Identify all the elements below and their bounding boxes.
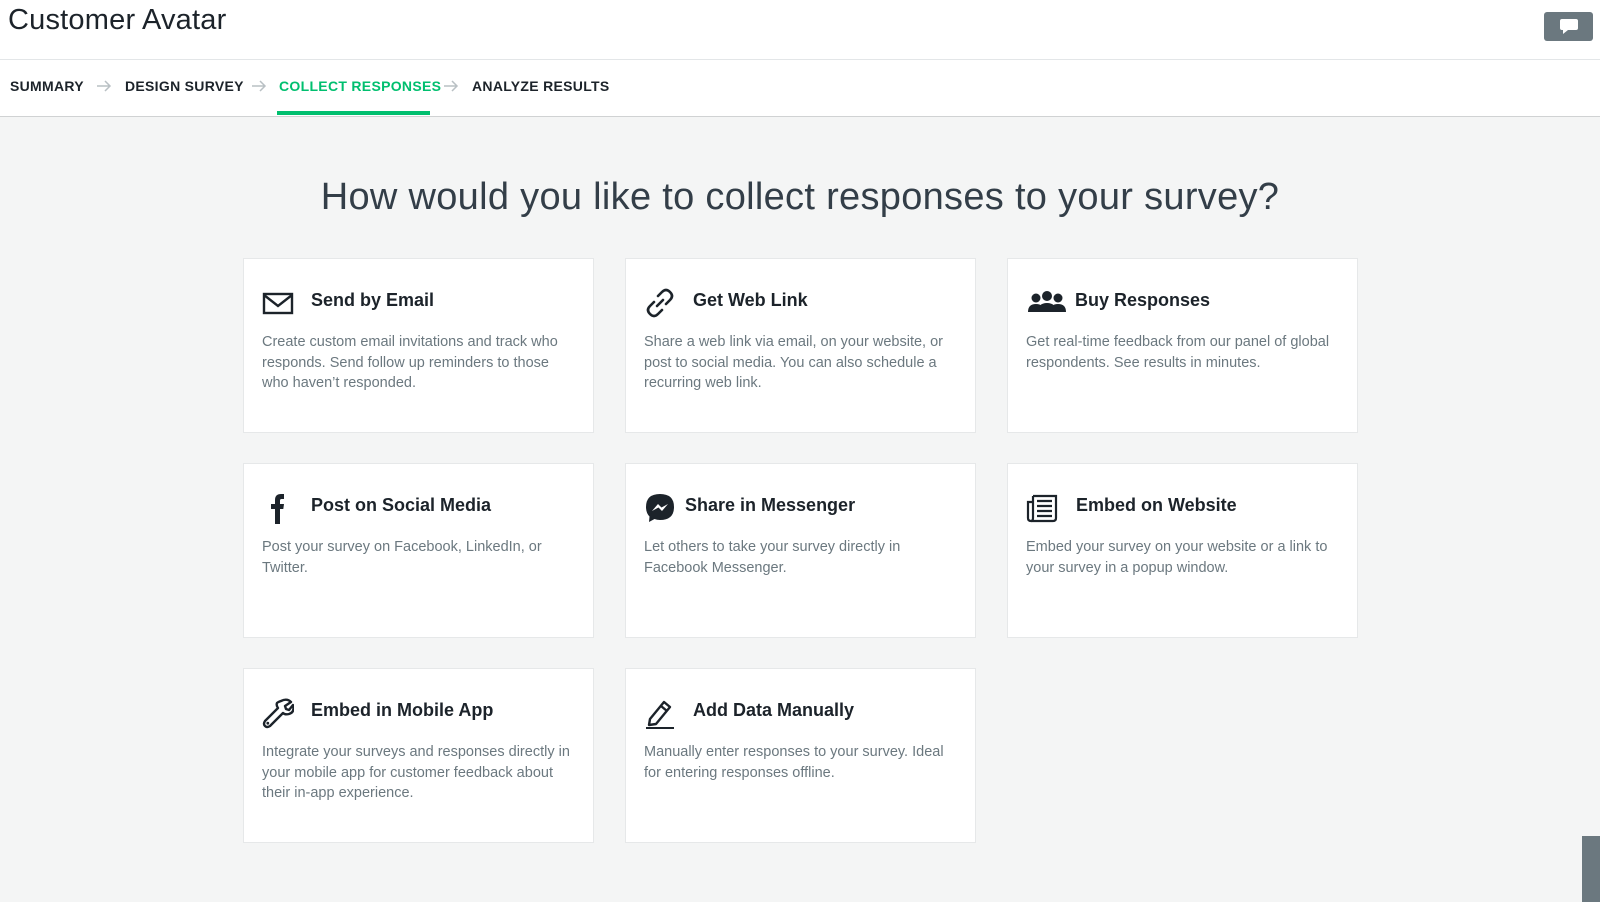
tab-summary[interactable]: SUMMARY <box>10 78 84 94</box>
page-headline: How would you like to collect responses … <box>320 176 1280 218</box>
survey-title: Customer Avatar <box>8 4 227 36</box>
card-title: Send by Email <box>311 290 435 310</box>
speech-bubble-icon <box>1559 18 1579 36</box>
card-description: Integrate your surveys and responses dir… <box>262 744 570 801</box>
side-feedback-tab[interactable] <box>1582 836 1600 902</box>
card-title: Get Web Link <box>693 290 808 310</box>
link-icon <box>644 287 676 319</box>
card-title: Share in Messenger <box>685 495 856 515</box>
tab-analyze-results[interactable]: ANALYZE RESULTS <box>472 78 610 94</box>
arrow-right-icon <box>443 79 459 98</box>
collector-card-embed-in-mobile-app[interactable]: Embed in Mobile App Integrate your surve… <box>243 668 594 843</box>
arrow-right-icon <box>251 79 267 98</box>
top-bar: Customer Avatar <box>0 0 1600 60</box>
collector-card-send-by-email[interactable]: Send by Email Create custom email invita… <box>243 258 594 433</box>
collector-card-get-web-link[interactable]: Get Web Link Share a web link via email,… <box>625 258 976 433</box>
card-description: Post your survey on Facebook, LinkedIn, … <box>262 539 542 576</box>
card-title: Embed on Website <box>1076 495 1237 515</box>
collector-card-share-in-messenger[interactable]: Share in Messenger Let others to take yo… <box>625 463 976 638</box>
people-group-icon <box>1026 287 1068 319</box>
card-description: Create custom email invitations and trac… <box>262 334 558 391</box>
collector-card-add-data-manually[interactable]: Add Data Manually Manually enter respons… <box>625 668 976 843</box>
tab-collect-responses[interactable]: COLLECT RESPONSES <box>279 78 441 94</box>
active-tab-indicator <box>277 111 430 115</box>
card-description: Embed your survey on your website or a l… <box>1026 539 1328 576</box>
newspaper-icon <box>1026 492 1058 524</box>
envelope-icon <box>262 287 294 319</box>
collector-card-embed-on-website[interactable]: Embed on Website Embed your survey on yo… <box>1007 463 1358 638</box>
card-title: Post on Social Media <box>311 495 492 515</box>
card-description: Let others to take your survey directly … <box>644 539 901 576</box>
card-title: Add Data Manually <box>693 700 855 720</box>
pencil-icon <box>644 697 676 729</box>
wrench-icon <box>262 697 294 729</box>
arrow-right-icon <box>96 79 112 98</box>
card-description: Manually enter responses to your survey.… <box>644 744 944 781</box>
card-title: Buy Responses <box>1075 290 1211 310</box>
step-navigation: SUMMARY DESIGN SURVEY COLLECT RESPONSES … <box>0 60 1600 117</box>
facebook-icon <box>262 492 294 524</box>
card-description: Share a web link via email, on your webs… <box>644 334 944 391</box>
feedback-button[interactable] <box>1544 12 1593 41</box>
card-description: Get real-time feedback from our panel of… <box>1026 334 1330 371</box>
messenger-icon <box>644 492 676 524</box>
collector-card-post-on-social-media[interactable]: Post on Social Media Post your survey on… <box>243 463 594 638</box>
card-title: Embed in Mobile App <box>311 700 494 720</box>
tab-design-survey[interactable]: DESIGN SURVEY <box>125 78 244 94</box>
collector-card-buy-responses[interactable]: Buy Responses Get real-time feedback fro… <box>1007 258 1358 433</box>
